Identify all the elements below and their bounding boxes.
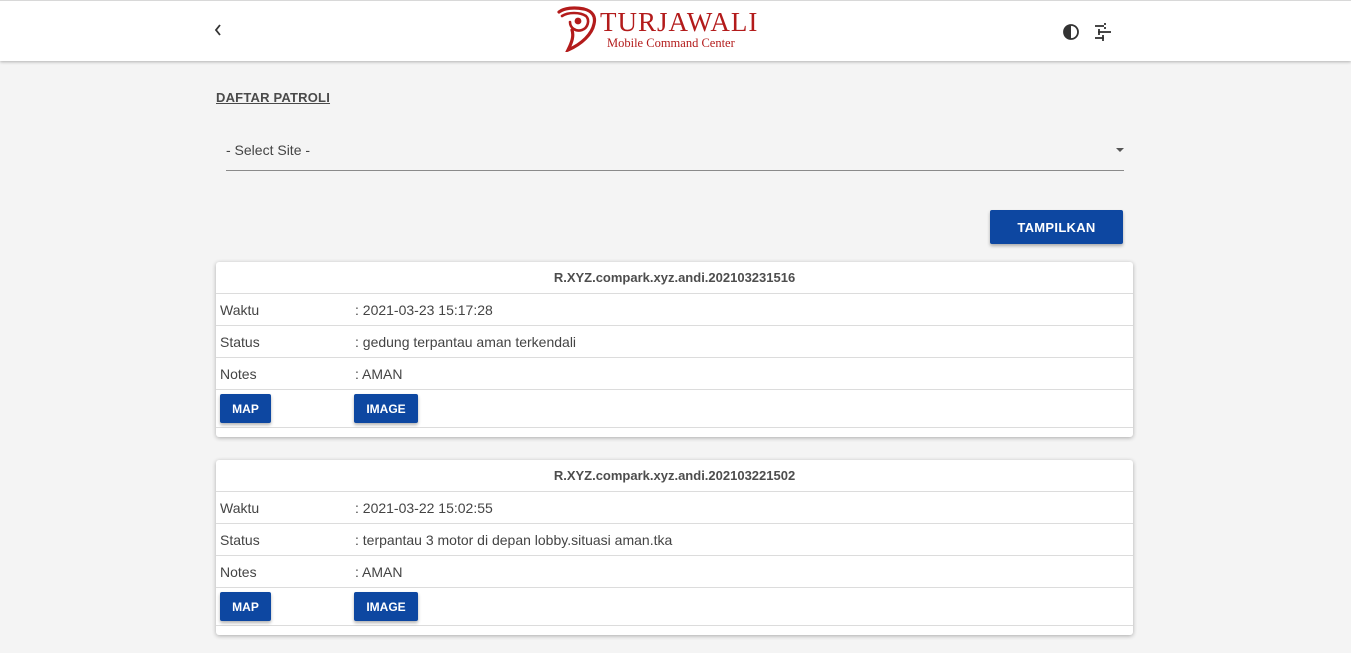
patrol-card: R.XYZ.compark.xyz.andi.202103221502 Wakt… [216,460,1133,635]
status-label: Status [220,532,260,548]
page-title: DAFTAR PATROLI [216,90,331,105]
patrol-id: R.XYZ.compark.xyz.andi.202103231516 [216,262,1133,294]
status-value: : gedung terpantau aman terkendali [355,334,577,350]
patrol-status-row: Status : gedung terpantau aman terkendal… [216,326,1133,358]
patrol-status-row: Status : terpantau 3 motor di depan lobb… [216,524,1133,556]
card-footer [216,626,1133,635]
brand-name: TURJAWALI [600,7,759,37]
patrol-id: R.XYZ.compark.xyz.andi.202103221502 [216,460,1133,492]
image-button[interactable]: IMAGE [354,592,418,621]
site-select[interactable]: - Select Site - [226,133,1124,171]
contrast-icon [1063,24,1079,40]
caret-down-icon [1116,148,1124,152]
card-footer [216,428,1133,437]
notes-label: Notes [220,564,257,580]
theme-toggle-button[interactable] [1061,22,1081,42]
turjawali-emblem-icon [557,6,597,52]
notes-value: : AMAN [355,564,403,580]
time-label: Waktu [220,302,260,318]
settings-button[interactable] [1092,21,1114,43]
patrol-actions: MAP IMAGE [216,588,1133,626]
status-value: : terpantau 3 motor di depan lobby.situa… [355,532,673,548]
site-select-value: - Select Site - [226,142,311,158]
tune-icon [1092,23,1114,41]
brand-tagline: Mobile Command Center [607,36,735,50]
patrol-notes-row: Notes : AMAN [216,358,1133,390]
notes-label: Notes [220,366,257,382]
time-value: : 2021-03-23 15:17:28 [355,302,493,318]
time-value: : 2021-03-22 15:02:55 [355,500,493,516]
image-button[interactable]: IMAGE [354,394,418,423]
patrol-time-row: Waktu : 2021-03-22 15:02:55 [216,492,1133,524]
top-app-bar: TURJAWALI Mobile Command Center [0,0,1351,61]
chevron-left-icon [214,24,221,36]
map-button[interactable]: MAP [220,592,271,621]
notes-value: : AMAN [355,366,403,382]
patrol-card: R.XYZ.compark.xyz.andi.202103231516 Wakt… [216,262,1133,437]
show-button[interactable]: TAMPILKAN [990,210,1123,244]
brand-logo: TURJAWALI Mobile Command Center [556,6,772,54]
back-button[interactable] [206,18,230,42]
patrol-time-row: Waktu : 2021-03-23 15:17:28 [216,294,1133,326]
patrol-notes-row: Notes : AMAN [216,556,1133,588]
map-button[interactable]: MAP [220,394,271,423]
patrol-actions: MAP IMAGE [216,390,1133,428]
time-label: Waktu [220,500,260,516]
status-label: Status [220,334,260,350]
